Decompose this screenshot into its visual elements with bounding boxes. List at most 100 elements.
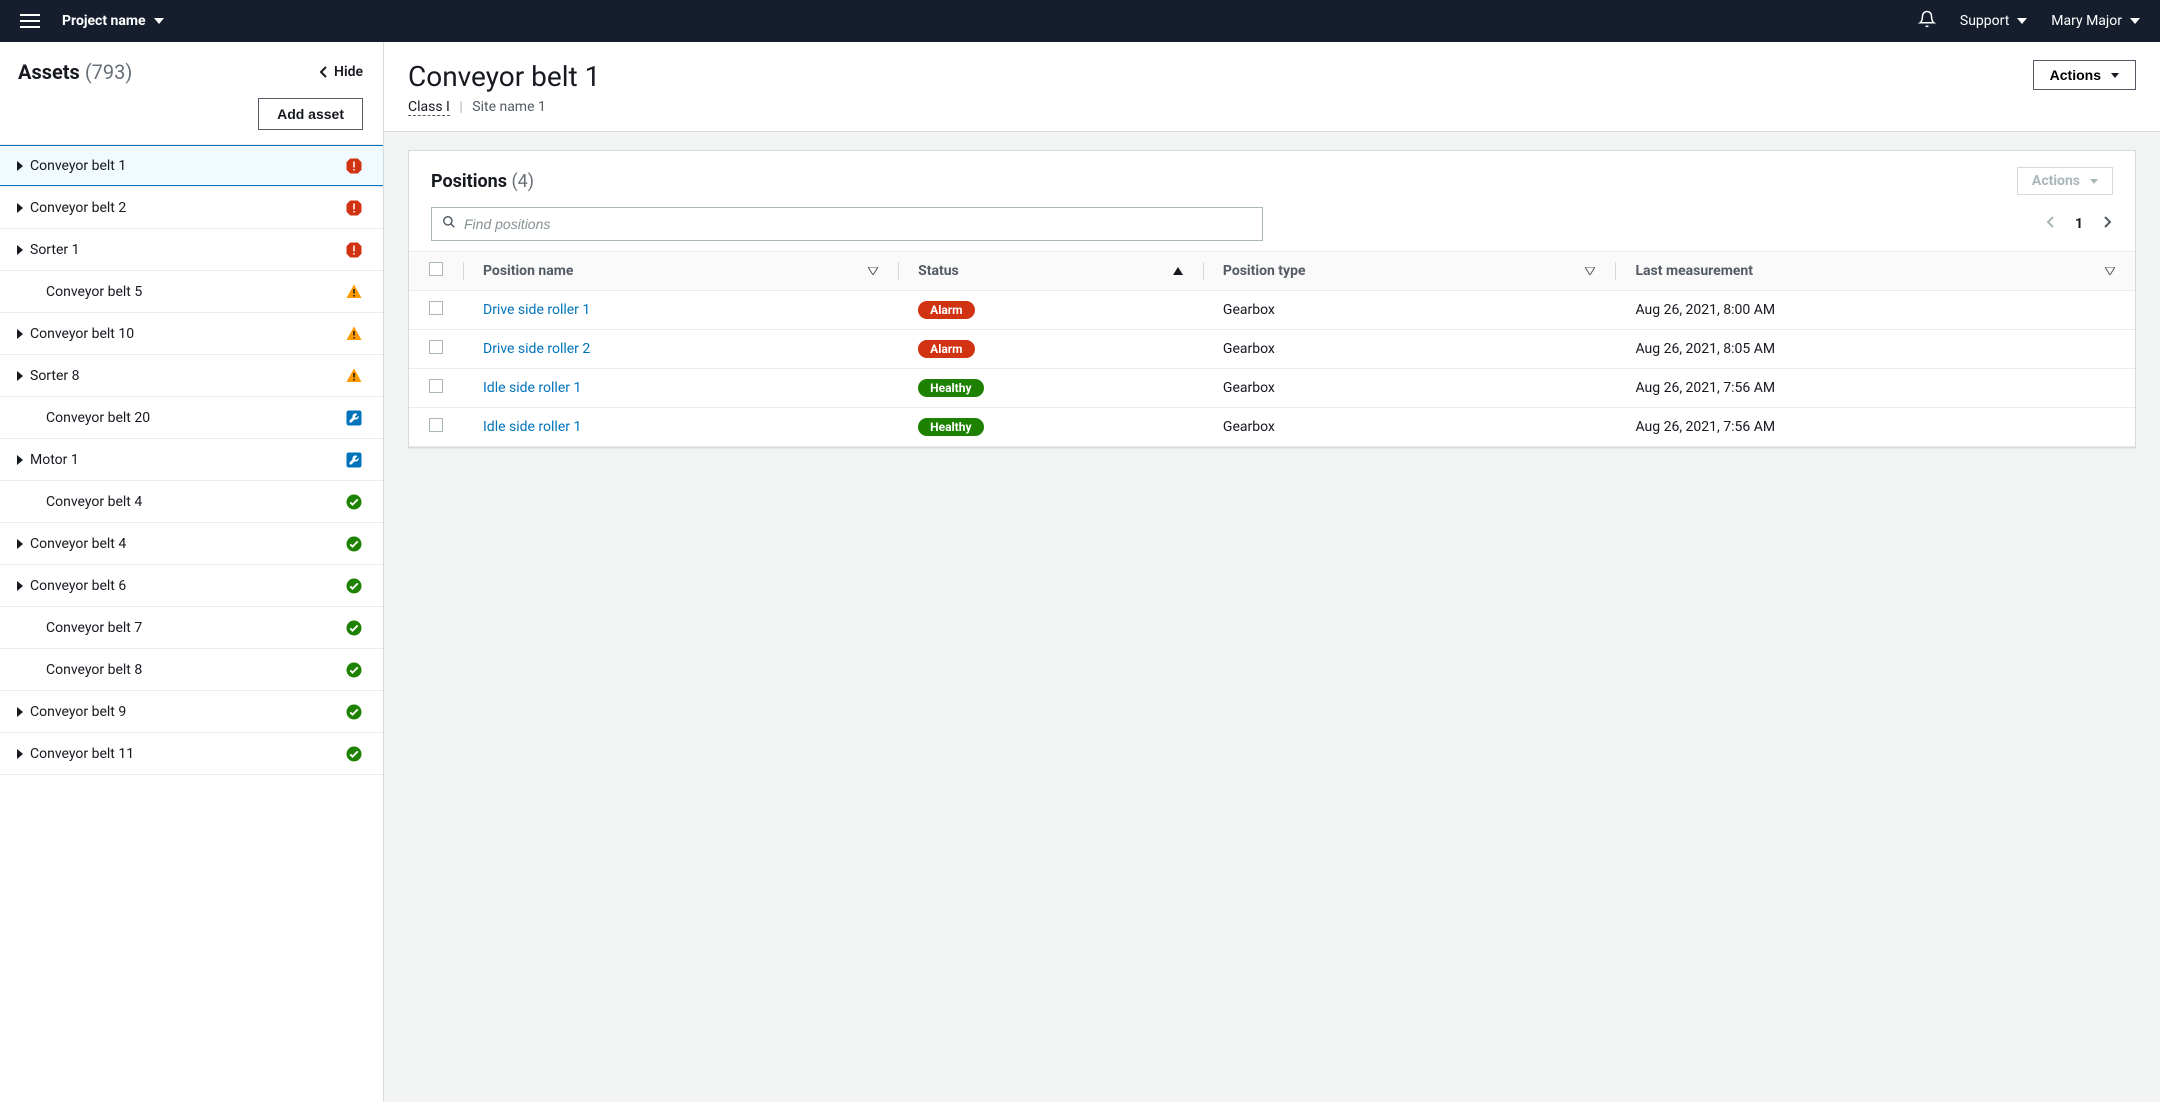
positions-search-input[interactable] xyxy=(456,210,1252,238)
hide-label: Hide xyxy=(334,64,363,80)
position-link[interactable]: Idle side roller 1 xyxy=(483,419,581,435)
expand-toggle[interactable] xyxy=(12,539,28,549)
project-name-label: Project name xyxy=(62,13,146,29)
support-label: Support xyxy=(1960,13,2009,29)
healthy-status-icon xyxy=(343,493,365,511)
menu-icon[interactable] xyxy=(20,14,40,28)
chevron-down-icon xyxy=(2090,179,2098,184)
row-select-cell xyxy=(409,291,463,330)
warn-status-icon xyxy=(343,283,365,301)
sidebar-item[interactable]: Sorter 8 xyxy=(0,355,383,397)
caret-right-icon xyxy=(17,203,23,213)
position-link[interactable]: Idle side roller 1 xyxy=(483,380,581,396)
expand-toggle[interactable] xyxy=(12,161,28,171)
col-status[interactable]: Status xyxy=(898,252,1203,291)
row-checkbox[interactable] xyxy=(429,340,443,354)
expand-toggle[interactable] xyxy=(12,581,28,591)
select-all-checkbox[interactable] xyxy=(429,262,443,276)
sidebar-item[interactable]: Conveyor belt 1 xyxy=(0,145,383,187)
status-badge: Alarm xyxy=(918,301,974,319)
sort-indicator-icon xyxy=(1585,263,1595,279)
sidebar-item-label: Conveyor belt 2 xyxy=(28,200,343,216)
sidebar-item[interactable]: Conveyor belt 10 xyxy=(0,313,383,355)
sidebar-count: (793) xyxy=(85,60,133,84)
breadcrumb: Class I | Site name 1 xyxy=(408,99,600,115)
expand-toggle[interactable] xyxy=(12,329,28,339)
position-link[interactable]: Drive side roller 1 xyxy=(483,302,590,318)
sidebar-item[interactable]: Conveyor belt 4 xyxy=(0,523,383,565)
healthy-status-icon xyxy=(343,535,365,553)
sidebar-item[interactable]: Conveyor belt 2 xyxy=(0,187,383,229)
expand-toggle[interactable] xyxy=(12,749,28,759)
row-checkbox[interactable] xyxy=(429,418,443,432)
wrench-status-icon xyxy=(343,409,365,427)
position-type-cell: Gearbox xyxy=(1203,330,1616,369)
sidebar-item[interactable]: Sorter 1 xyxy=(0,229,383,271)
sidebar-item[interactable]: Conveyor belt 8 xyxy=(0,649,383,691)
positions-actions-button[interactable]: Actions xyxy=(2017,167,2113,195)
page-actions-button[interactable]: Actions xyxy=(2033,60,2136,90)
positions-table: Position name Status xyxy=(409,251,2135,447)
chevron-down-icon xyxy=(154,18,164,24)
main: Conveyor belt 1 Class I | Site name 1 Ac… xyxy=(384,42,2160,1102)
sidebar-item-label: Sorter 1 xyxy=(28,242,343,258)
sidebar-item[interactable]: Conveyor belt 4 xyxy=(0,481,383,523)
sidebar-item[interactable]: Conveyor belt 6 xyxy=(0,565,383,607)
sidebar-item[interactable]: Conveyor belt 7 xyxy=(0,607,383,649)
sidebar-item-label: Conveyor belt 4 xyxy=(28,536,343,552)
position-name-cell: Idle side roller 1 xyxy=(463,369,898,408)
healthy-status-icon xyxy=(343,619,365,637)
bell-icon[interactable] xyxy=(1918,10,1936,32)
alarm-status-icon xyxy=(343,199,365,217)
sidebar-item-label: Conveyor belt 8 xyxy=(44,662,343,678)
wrench-status-icon xyxy=(343,451,365,469)
sidebar-item[interactable]: Conveyor belt 5 xyxy=(0,271,383,313)
warn-status-icon xyxy=(343,325,365,343)
expand-toggle[interactable] xyxy=(12,455,28,465)
expand-toggle[interactable] xyxy=(12,707,28,717)
sidebar-item[interactable]: Conveyor belt 11 xyxy=(0,733,383,775)
page-header: Conveyor belt 1 Class I | Site name 1 Ac… xyxy=(384,42,2160,132)
pager: 1 xyxy=(2045,215,2113,233)
status-cell: Healthy xyxy=(898,369,1203,408)
caret-right-icon xyxy=(17,329,23,339)
page-title: Conveyor belt 1 xyxy=(408,60,600,93)
support-dropdown[interactable]: Support xyxy=(1960,13,2027,29)
project-dropdown[interactable]: Project name xyxy=(62,13,164,29)
expand-toggle[interactable] xyxy=(12,371,28,381)
col-position-type[interactable]: Position type xyxy=(1203,252,1616,291)
sidebar-item[interactable]: Conveyor belt 20 xyxy=(0,397,383,439)
class-link[interactable]: Class I xyxy=(408,99,450,116)
caret-right-icon xyxy=(17,707,23,717)
add-asset-button[interactable]: Add asset xyxy=(258,98,363,130)
row-checkbox[interactable] xyxy=(429,379,443,393)
sidebar-item[interactable]: Conveyor belt 9 xyxy=(0,691,383,733)
positions-actions-label: Actions xyxy=(2032,173,2080,189)
positions-title: Positions (4) xyxy=(431,171,534,192)
chevron-down-icon xyxy=(2017,18,2027,24)
col-position-name[interactable]: Position name xyxy=(463,252,898,291)
healthy-status-icon xyxy=(343,745,365,763)
col-last-measurement[interactable]: Last measurement xyxy=(1615,252,2135,291)
pager-next[interactable] xyxy=(2103,215,2113,233)
col-position-type-label: Position type xyxy=(1223,263,1306,279)
hide-sidebar-button[interactable]: Hide xyxy=(318,64,363,80)
status-badge: Healthy xyxy=(918,418,983,436)
positions-title-text: Positions xyxy=(431,171,507,192)
user-dropdown[interactable]: Mary Major xyxy=(2051,13,2140,29)
expand-toggle[interactable] xyxy=(12,245,28,255)
position-name-cell: Drive side roller 2 xyxy=(463,330,898,369)
positions-search[interactable] xyxy=(431,207,1263,241)
expand-toggle[interactable] xyxy=(12,203,28,213)
chevron-down-icon xyxy=(2111,73,2119,78)
status-badge: Healthy xyxy=(918,379,983,397)
alarm-status-icon xyxy=(343,157,365,175)
row-checkbox[interactable] xyxy=(429,301,443,315)
pager-prev[interactable] xyxy=(2045,215,2055,233)
sidebar-item[interactable]: Motor 1 xyxy=(0,439,383,481)
positions-panel: Positions (4) Actions xyxy=(408,150,2136,448)
caret-right-icon xyxy=(17,245,23,255)
healthy-status-icon xyxy=(343,577,365,595)
position-link[interactable]: Drive side roller 2 xyxy=(483,341,590,357)
sidebar-title: Assets (793) xyxy=(18,60,132,84)
